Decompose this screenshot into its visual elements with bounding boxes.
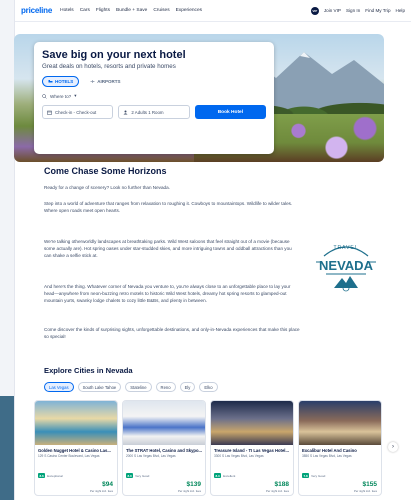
search-title: Save big on your next hotel xyxy=(42,49,186,61)
book-hotel-button[interactable]: Book Hotel xyxy=(194,105,267,119)
hotel-name: Treasure Island - TI Las Vegas Hotel... xyxy=(214,448,289,453)
explore-heading: Explore Cities in Nevada xyxy=(44,366,133,375)
tab-reno[interactable]: Reno xyxy=(155,382,176,392)
vip-badge-icon[interactable]: VIP xyxy=(310,6,319,15)
paragraph-landscapes: We're talking otherworldly landscapes at… xyxy=(44,239,292,258)
svg-text:NEVADA: NEVADA xyxy=(319,258,374,273)
tab-stateline[interactable]: Stateline xyxy=(125,382,152,392)
hotel-address: 3850 S Las Vegas Blvd, Las Vegas xyxy=(302,454,352,458)
hotel-price: $139 xyxy=(186,481,201,488)
hotel-address: 3300 S Las Vegas Blvd, Las Vegas xyxy=(214,454,264,458)
price-note: Per night incl. fees xyxy=(353,489,377,493)
hotel-photo xyxy=(123,401,205,445)
hotel-rating: 7.8 Very Good xyxy=(302,473,326,478)
svg-text:TRAVEL: TRAVEL xyxy=(333,245,358,251)
plane-icon xyxy=(90,79,95,84)
nav-cruises[interactable]: Cruises xyxy=(153,8,169,13)
tab-ely[interactable]: Ely xyxy=(179,382,196,392)
page-heading: Come Chase Some Horizons xyxy=(44,166,167,176)
chevron-down-icon: ▾ xyxy=(74,93,77,98)
nav-hotels[interactable]: Hotels xyxy=(60,8,74,13)
tab-airports[interactable]: AIRPORTS xyxy=(84,76,126,87)
dates-placeholder: Check-in - Check-out xyxy=(55,109,97,115)
guests-rooms-value: 2 Adults 1 Room xyxy=(131,109,164,115)
hotel-price: $155 xyxy=(362,481,377,488)
nav-experiences[interactable]: Experiences xyxy=(176,8,202,13)
hotel-price: $188 xyxy=(274,481,289,488)
hotel-card[interactable]: Treasure Island - TI Las Vegas Hotel... … xyxy=(210,400,294,496)
nav-flights[interactable]: Flights xyxy=(96,8,110,13)
city-tabs: Las Vegas South Lake Tahoe Stateline Ren… xyxy=(44,382,218,392)
hotel-card[interactable]: Excalibur Hotel And Casino 3850 S Las Ve… xyxy=(298,400,382,496)
price-note: Per night incl. fees xyxy=(89,489,113,493)
sign-in-link[interactable]: Sign In xyxy=(346,8,360,13)
paragraph-discover: Come discover the kinds of surprising si… xyxy=(44,327,300,339)
search-type-tabs: HOTELS AIRPORTS xyxy=(42,76,266,87)
hotel-name: Golden Nugget Hotel & Casino Las... xyxy=(38,448,111,453)
join-vip-link[interactable]: Join VIP xyxy=(324,8,341,13)
hotel-photo xyxy=(299,401,381,445)
search-subtitle: Great deals on hotels, resorts and priva… xyxy=(42,63,176,70)
paragraph-stays: And here's the thing. Whatever corner of… xyxy=(44,284,291,303)
tab-hotels[interactable]: HOTELS xyxy=(42,76,80,87)
search-fields: Check-in - Check-out 2 Adults 1 Room Boo… xyxy=(42,105,267,119)
header-right: VIP Join VIP Sign In Find My Trip Help xyxy=(310,6,405,15)
where-to-label: Where to? xyxy=(50,93,72,99)
hotel-card[interactable]: Golden Nugget Hotel & Casino Las... 129 … xyxy=(34,400,118,496)
help-link[interactable]: Help xyxy=(396,8,405,13)
tab-las-vegas[interactable]: Las Vegas xyxy=(44,382,74,392)
hotel-rating: 8.6 Exceptional xyxy=(38,473,63,478)
hotel-rating: 8.0 Very Good xyxy=(126,473,150,478)
price-note: Per night incl. fees xyxy=(265,489,289,493)
hotel-photo xyxy=(35,401,117,445)
hotel-rating: 8.3 Excellent xyxy=(214,473,236,478)
travel-nevada-logo: TRAVEL NEVADA xyxy=(316,245,376,292)
calendar-icon xyxy=(47,110,52,115)
hotel-name: The STRAT Hotel, Casino and Skypo... xyxy=(126,448,203,453)
where-to-field[interactable]: Where to? ▾ xyxy=(42,93,266,99)
person-icon xyxy=(123,110,128,114)
top-nav: priceline Hotels Cars Flights Bundle + S… xyxy=(15,0,411,22)
nav-cars[interactable]: Cars xyxy=(80,8,90,13)
paragraph-intro: Ready for a change of scenery? Look no f… xyxy=(44,185,170,190)
dates-field[interactable]: Check-in - Check-out xyxy=(42,105,114,119)
find-my-trip-link[interactable]: Find My Trip xyxy=(365,8,390,13)
price-note: Per night incl. fees xyxy=(177,489,201,493)
paragraph-adventure: Step into a world of adventure that rang… xyxy=(44,201,293,213)
hotel-address: 129 S Casino Center Boulevard, Las Vegas xyxy=(38,454,100,458)
hotel-price: $94 xyxy=(102,481,113,488)
tab-elko[interactable]: Elko xyxy=(199,382,218,392)
left-decoration xyxy=(0,396,14,500)
hotel-carousel: Golden Nugget Hotel & Casino Las... 129 … xyxy=(34,400,382,496)
hotel-name: Excalibur Hotel And Casino xyxy=(302,448,357,453)
bed-icon xyxy=(48,80,53,83)
carousel-next-icon[interactable]: › xyxy=(388,442,398,452)
priceline-logo[interactable]: priceline xyxy=(21,6,52,15)
hotel-card[interactable]: The STRAT Hotel, Casino and Skypo... 200… xyxy=(122,400,206,496)
hotel-photo xyxy=(211,401,293,445)
search-icon xyxy=(42,93,47,99)
tab-hotels-label: HOTELS xyxy=(55,79,74,84)
nav-bundle[interactable]: Bundle + Save xyxy=(116,8,147,13)
tab-airports-label: AIRPORTS xyxy=(97,79,121,84)
tab-south-lake-tahoe[interactable]: South Lake Tahoe xyxy=(77,382,122,392)
hotel-address: 2000 S Las Vegas Blvd, Las Vegas xyxy=(126,454,176,458)
guests-rooms-field[interactable]: 2 Adults 1 Room xyxy=(118,105,190,119)
hotel-search-card: Save big on your next hotel Great deals … xyxy=(34,42,274,154)
